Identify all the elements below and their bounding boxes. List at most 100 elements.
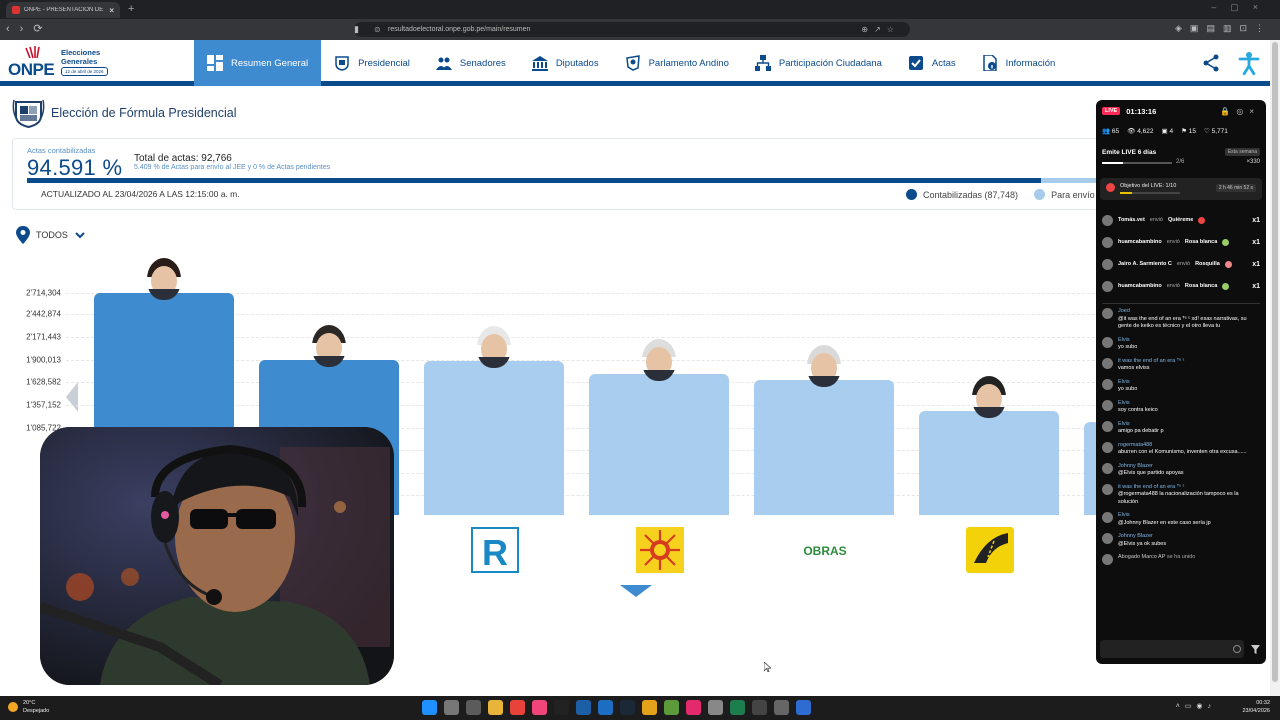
navigation-buttons[interactable]: ‹›⟳	[6, 22, 53, 35]
share-icon[interactable]	[1202, 54, 1220, 72]
gift-verb: envió	[1166, 239, 1180, 245]
taskbar-app-icon[interactable]	[686, 700, 701, 715]
objective-text: Objetivo del LIVE: 1/10	[1120, 183, 1177, 189]
candidate-bar[interactable]	[919, 411, 1059, 515]
likes-icon: ♡	[1203, 128, 1212, 135]
message-text: aburren con el Komunismo, inventen otra …	[1118, 449, 1247, 455]
taskbar-app-icon[interactable]	[576, 700, 591, 715]
y-tick-label: 1'357,152	[26, 400, 61, 410]
y-tick-label: 1'628,582	[26, 377, 61, 387]
grid-icon	[207, 55, 223, 71]
region-filter[interactable]: TODOS	[16, 226, 86, 244]
close-tab-icon[interactable]: ×	[109, 6, 114, 15]
url-tools-icons[interactable]: ⊕↗☆	[861, 22, 900, 37]
nav-senadores[interactable]: Senadores	[423, 40, 519, 86]
taskbar-app-icon[interactable]	[554, 700, 569, 715]
taskbar-app-icon[interactable]	[532, 700, 547, 715]
gift-user: Tomás.vet	[1118, 217, 1145, 223]
chart-previous-arrow-icon[interactable]	[66, 382, 80, 412]
message-user: rogermata488	[1118, 441, 1153, 448]
nav-presidencial[interactable]: Presidencial	[321, 40, 423, 86]
summary-card: Actas contabilizadas 94.591 % Total de a…	[12, 138, 1099, 210]
url-bar[interactable]: ▮ ⊜ resultadoelectoral.onpe.gob.pe/main/…	[354, 22, 910, 37]
candidate-photo	[642, 338, 676, 381]
nav-actas[interactable]: Actas	[895, 40, 969, 86]
bookmark-icon[interactable]: ▮	[354, 22, 359, 37]
avatar	[1102, 236, 1113, 248]
site-info-icon[interactable]: ⊜	[374, 22, 381, 37]
chat-message: Johnny Blazer @Elvis ya ok subes	[1102, 533, 1260, 548]
taskbar-app-icon[interactable]	[752, 700, 767, 715]
taskbar-app-icon[interactable]	[620, 700, 635, 715]
message-text: amigo pa debatir p	[1118, 428, 1164, 434]
info-icon	[982, 55, 997, 71]
scrollbar-thumb[interactable]	[1272, 42, 1278, 682]
nav-label: Participación Ciudadana	[778, 57, 882, 69]
candidate-bar[interactable]	[424, 361, 564, 515]
avatar	[1102, 483, 1113, 495]
avatar	[1102, 462, 1113, 474]
system-tray-icons[interactable]: ˄▭◉♪	[1176, 702, 1216, 710]
weather-widget[interactable]: 20°C Despejado	[8, 699, 49, 715]
clock-date: 23/04/2026	[1242, 708, 1270, 714]
candidate-bar[interactable]	[754, 380, 894, 515]
stat-item: 👥 65	[1102, 127, 1119, 135]
gift-verb: envió	[1149, 217, 1163, 223]
live-chat-panel: LIVE 01:13:16 🔒◎× 👥 65 👁 4,622 ▣ 4 ⚑ 15 ♡ 5,…	[1096, 100, 1266, 664]
objective-icon	[1106, 183, 1115, 192]
message-user: Elvis	[1118, 399, 1130, 406]
taskbar-app-icon[interactable]	[730, 700, 745, 715]
window-controls[interactable]: –▢×	[1211, 2, 1272, 13]
chat-controls-icons[interactable]: 🔒◎×	[1220, 107, 1260, 116]
taskbar-app-icon[interactable]	[444, 700, 459, 715]
gift-icon	[1222, 282, 1230, 290]
chat-message: it was the end of an era ᵀᵉ ᵋ @rogermata4…	[1102, 483, 1260, 507]
candidate-bar[interactable]	[589, 373, 729, 515]
message-user: Johnny Blazer	[1118, 462, 1153, 469]
taskbar-app-icon[interactable]	[422, 700, 437, 715]
sun-party-logo-icon[interactable]	[636, 527, 684, 573]
taskbar-app-icon[interactable]	[796, 700, 811, 715]
message-text: yo subo	[1118, 344, 1138, 350]
avatar	[1102, 533, 1113, 544]
ballot-box-logo-icon	[25, 46, 40, 59]
main-nav: Resumen General Presidencial Senadores Dipu…	[194, 40, 1068, 86]
nav-participacion-ciudadana[interactable]: Participación Ciudadana	[742, 40, 895, 86]
accessibility-icon[interactable]	[1236, 50, 1262, 76]
taskbar-app-icon[interactable]	[598, 700, 613, 715]
onpe-logo[interactable]: ONPE Elecciones Generales 12 de abril de…	[8, 46, 118, 82]
system-clock[interactable]: 00:32 23/04/2026	[1242, 699, 1270, 715]
extension-icons[interactable]: ◈▣▤▥⊡⋮	[1175, 23, 1272, 34]
filter-icon[interactable]	[1251, 645, 1260, 654]
taskbar-app-icon[interactable]	[466, 700, 481, 715]
peru-coat-of-arms-icon	[12, 99, 45, 128]
nav-diputados[interactable]: Diputados	[519, 40, 612, 86]
nav-resumen-general[interactable]: Resumen General	[194, 40, 322, 86]
new-tab-button[interactable]: +	[128, 3, 134, 15]
taskbar-app-icon[interactable]	[708, 700, 723, 715]
message-user: Elvis	[1118, 336, 1130, 343]
chat-input[interactable]	[1100, 640, 1244, 658]
taskbar-app-icon[interactable]	[510, 700, 525, 715]
emoji-icon[interactable]	[1233, 645, 1241, 653]
obras-party-logo-icon[interactable]: OBRAS	[801, 527, 849, 573]
taskbar-app-icon[interactable]	[664, 700, 679, 715]
gift-item: Tomás.vet envió Quiéreme x1	[1096, 209, 1266, 231]
road-party-logo-icon[interactable]	[966, 527, 1014, 573]
nav-parlamento-andino[interactable]: Parlamento Andino	[612, 40, 742, 86]
browser-tab[interactable]: ONPE - PRESENTACIÓN DE RES ×	[6, 2, 120, 18]
goal-progress-fill	[1102, 162, 1123, 164]
taskbar-app-icon[interactable]	[774, 700, 789, 715]
weekly-goal: Emite LIVE 6 días Esta semana 2/6 ×330	[1102, 144, 1260, 172]
taskbar-app-icon[interactable]	[488, 700, 503, 715]
gift-count: x1	[1252, 282, 1260, 290]
goal-progress	[1102, 162, 1172, 164]
message-user: Elvis	[1118, 512, 1130, 518]
renovacion-popular-logo-icon[interactable]: R	[471, 527, 519, 573]
page-scrollbar[interactable]	[1270, 40, 1280, 696]
views-icon: 👁	[1127, 128, 1138, 135]
gift-item: huamcabambino envió Rosa blanca x1	[1096, 231, 1266, 253]
nav-informacion[interactable]: Información	[969, 40, 1069, 86]
taskbar-app-icon[interactable]	[642, 700, 657, 715]
stat-value: 4,622	[1137, 128, 1154, 135]
